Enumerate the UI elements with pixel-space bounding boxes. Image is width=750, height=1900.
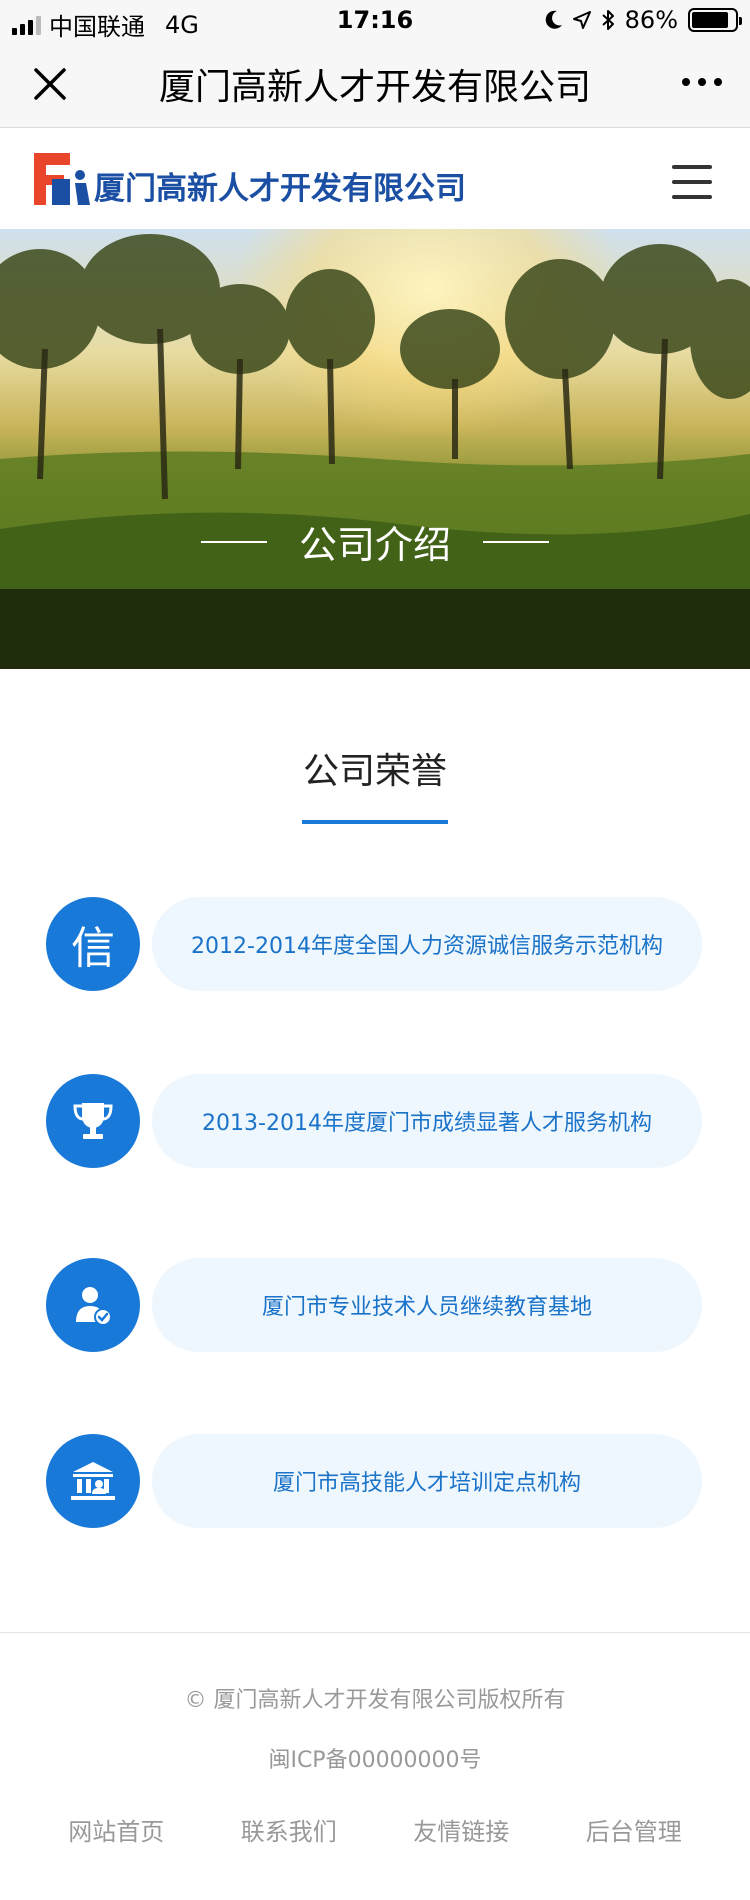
honor-item: 厦门市专业技术人员继续教育基地 xyxy=(46,1258,702,1352)
footer-nav: 网站首页 联系我们 友情链接 后台管理 xyxy=(0,1812,750,1847)
honor-item: 厦门市高技能人才培训定点机构 xyxy=(46,1434,702,1528)
certified-person-icon xyxy=(46,1258,140,1352)
honor-item: 信 2012-2014年度全国人力资源诚信服务示范机构 xyxy=(46,897,702,991)
section-title: 公司荣誉 xyxy=(302,751,447,792)
more-icon[interactable] xyxy=(682,78,722,86)
honor-label: 厦门市高技能人才培训定点机构 xyxy=(152,1434,702,1528)
logo-text: 厦门高新人才开发有限公司 xyxy=(94,171,466,207)
close-icon[interactable] xyxy=(28,62,72,106)
webview-navbar: 厦门高新人才开发有限公司 xyxy=(0,40,750,128)
trophy-icon xyxy=(46,1074,140,1168)
park-trees-image xyxy=(0,234,750,669)
moon-icon xyxy=(545,10,562,29)
honor-label: 厦门市专业技术人员继续教育基地 xyxy=(152,1258,702,1352)
footer-link-home[interactable]: 网站首页 xyxy=(68,1812,164,1847)
battery-icon xyxy=(688,8,742,32)
footer-divider xyxy=(0,1632,750,1633)
icp-number: 闽ICP备00000000号 xyxy=(268,1748,482,1773)
site-logo[interactable]: 厦门高新人才开发有限公司 xyxy=(30,149,466,209)
xin-character-icon: 信 xyxy=(46,897,140,991)
navbar-title: 厦门高新人才开发有限公司 xyxy=(158,67,591,108)
hamburger-menu-icon[interactable] xyxy=(672,165,712,199)
honor-label: 2012-2014年度全国人力资源诚信服务示范机构 xyxy=(152,897,702,991)
copyright-text: © 厦门高新人才开发有限公司版权所有 xyxy=(184,1688,566,1713)
banner-caption-text: 公司介绍 xyxy=(298,523,451,567)
battery-percent: 86% xyxy=(624,6,678,34)
site-header: 厦门高新人才开发有限公司 xyxy=(0,129,750,229)
status-bar: 中国联通 4G 17:16 86% xyxy=(0,0,750,41)
hero-banner: 公司介绍 xyxy=(0,229,750,669)
honor-label: 2013-2014年度厦门市成绩显著人才服务机构 xyxy=(152,1074,702,1168)
logo-mark-icon xyxy=(34,153,90,205)
section-underline xyxy=(302,820,448,824)
location-arrow-icon xyxy=(572,11,591,29)
honor-item: 2013-2014年度厦门市成绩显著人才服务机构 xyxy=(46,1074,702,1168)
footer-link-admin[interactable]: 后台管理 xyxy=(586,1812,682,1847)
institution-icon xyxy=(46,1434,140,1528)
footer-link-friends[interactable]: 友情链接 xyxy=(413,1812,509,1847)
banner-caption: 公司介绍 xyxy=(0,514,750,569)
bluetooth-icon xyxy=(601,10,614,30)
footer-link-contact[interactable]: 联系我们 xyxy=(241,1812,337,1847)
